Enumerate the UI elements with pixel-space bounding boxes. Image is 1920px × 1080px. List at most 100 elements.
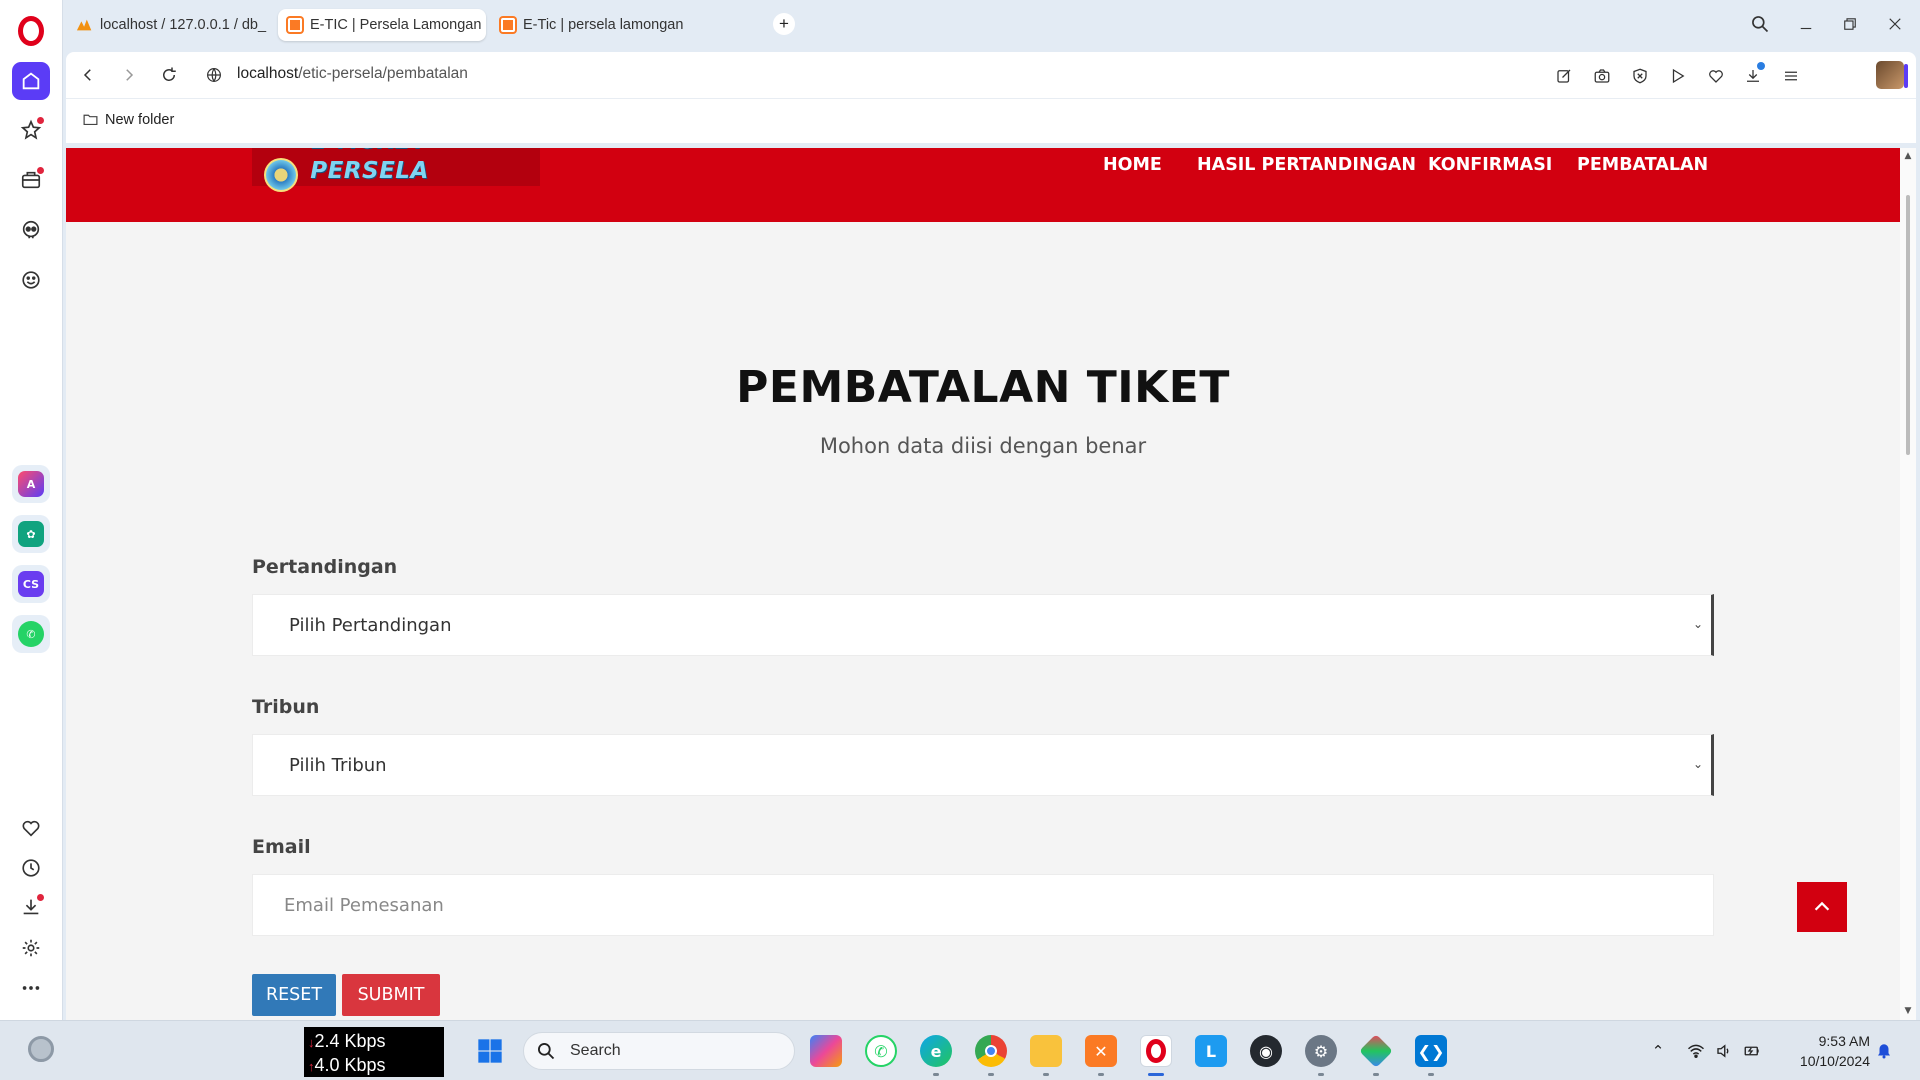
tab-etic-persela[interactable]: E-Tic | persela lamongan: [491, 9, 691, 41]
close-icon[interactable]: [1881, 10, 1909, 38]
cs-icon[interactable]: CS: [12, 565, 50, 603]
l-app-icon[interactable]: L: [1195, 1035, 1227, 1067]
xampp-icon[interactable]: ✕: [1085, 1035, 1117, 1067]
smiley-icon[interactable]: [12, 261, 50, 299]
back-to-top-button[interactable]: [1797, 882, 1847, 932]
more-icon[interactable]: [12, 969, 50, 1007]
avatar[interactable]: [1876, 61, 1904, 89]
star-icon[interactable]: [12, 111, 50, 149]
xampp-running-indicator: [1098, 1073, 1104, 1076]
easy-setup-icon[interactable]: [1779, 64, 1803, 88]
explorer-running-indicator: [1043, 1073, 1049, 1076]
tribune-label: Tribun: [252, 696, 320, 718]
page-viewport: E-TICKET PERSELA HOME HASIL PERTANDINGAN…: [66, 148, 1900, 1020]
match-select[interactable]: Pilih Pertandingan ⌄: [252, 594, 1714, 656]
url-host: localhost: [237, 65, 299, 82]
system-clock[interactable]: 9:53 AM 10/10/2024: [1786, 1031, 1870, 1071]
history-icon[interactable]: [12, 849, 50, 887]
wifi-icon[interactable]: [1686, 1041, 1706, 1061]
home-icon[interactable]: [12, 62, 50, 100]
minimize-icon[interactable]: [1792, 10, 1820, 38]
opera-icon[interactable]: [1140, 1035, 1172, 1067]
github-icon[interactable]: ◉: [1250, 1035, 1282, 1067]
taskbar-search[interactable]: Search: [523, 1032, 795, 1070]
opera-running-indicator: [1148, 1073, 1164, 1076]
edit-icon[interactable]: [1552, 64, 1576, 88]
whatsapp-icon[interactable]: ✆: [865, 1035, 897, 1067]
sidebar-toggle-indicator: [1904, 64, 1908, 88]
play-icon[interactable]: [1666, 64, 1690, 88]
bookmarks-bar: New folder: [66, 98, 1916, 143]
chatgpt-icon[interactable]: ✿: [12, 515, 50, 553]
nav-konfirmasi[interactable]: KONFIRMASI: [1428, 155, 1552, 175]
tab-bar: localhost / 127.0.0.1 / db_ E-TIC | Pers…: [63, 0, 1920, 50]
search-tabs-icon[interactable]: [1746, 10, 1774, 38]
email-label: Email: [252, 836, 311, 858]
settings-icon[interactable]: ⚙: [1305, 1035, 1337, 1067]
site-info-icon[interactable]: [201, 62, 227, 88]
opera-logo-icon[interactable]: [18, 16, 44, 46]
file-explorer-icon[interactable]: [1030, 1035, 1062, 1067]
edge-running-indicator: [933, 1073, 939, 1076]
url-field[interactable]: localhost/etic-persela/pembatalan: [237, 65, 468, 83]
scroll-up-arrow[interactable]: ▲: [1903, 151, 1913, 161]
settings-icon[interactable]: [12, 929, 50, 967]
windows-start-icon[interactable]: [474, 1035, 506, 1067]
back-icon[interactable]: [75, 62, 101, 88]
notification-bell-icon[interactable]: [1874, 1041, 1894, 1061]
download-icon[interactable]: [1741, 62, 1765, 88]
restore-icon[interactable]: [1836, 10, 1864, 38]
submit-button[interactable]: SUBMIT: [342, 974, 440, 1016]
camera-icon[interactable]: [1590, 64, 1614, 88]
shield-icon[interactable]: [1628, 64, 1652, 88]
search-icon: [538, 1043, 555, 1060]
chevron-up-icon[interactable]: ⌃: [1648, 1041, 1668, 1061]
aria-icon[interactable]: A: [12, 465, 50, 503]
wallet-icon[interactable]: [12, 161, 50, 199]
opera-sidebar: A ✿ CS ✆: [0, 0, 63, 1020]
match-select-value: Pilih Pertandingan: [289, 614, 452, 636]
skull-icon[interactable]: [12, 211, 50, 249]
tribune-select[interactable]: Pilih Tribun ⌄: [252, 734, 1714, 796]
net-up-speed: 4.0 Kbps: [314, 1055, 386, 1075]
site-logo[interactable]: E-TICKET PERSELA: [252, 148, 540, 192]
site-header: E-TICKET PERSELA HOME HASIL PERTANDINGAN…: [66, 148, 1900, 222]
page-title: PEMBATALAN TIKET: [736, 362, 1230, 413]
scroll-down-arrow[interactable]: ▼: [1903, 1006, 1913, 1016]
xampp-icon: [286, 16, 304, 34]
chevron-down-icon: ⌄: [1692, 757, 1703, 771]
edge-icon[interactable]: e: [920, 1035, 952, 1067]
chrome-icon[interactable]: [975, 1035, 1007, 1067]
email-field[interactable]: Email Pemesanan: [252, 874, 1714, 936]
forward-icon[interactable]: [116, 62, 142, 88]
tab-label: E-TIC | Persela Lamongan: [310, 17, 482, 33]
nav-hasil-pertandingan[interactable]: HASIL PERTANDINGAN: [1197, 155, 1416, 175]
nav-pembatalan[interactable]: PEMBATALAN: [1577, 155, 1708, 175]
battery-icon[interactable]: [1742, 1041, 1762, 1061]
settings-running-indicator: [1318, 1073, 1324, 1076]
match-label: Pertandingan: [252, 556, 398, 578]
copilot-icon[interactable]: [810, 1035, 842, 1067]
tab-phpmyadmin[interactable]: localhost / 127.0.0.1 / db_: [68, 9, 273, 41]
git-running-indicator: [1373, 1073, 1379, 1076]
vscode-running-indicator: [1428, 1073, 1434, 1076]
new-tab-button[interactable]: +: [773, 13, 795, 35]
vscode-icon[interactable]: ❮❯: [1415, 1035, 1447, 1067]
url-path: /etic-persela/pembatalan: [298, 65, 468, 82]
folder-icon: [83, 114, 98, 126]
xampp-icon: [499, 16, 517, 34]
heart-icon[interactable]: [1704, 64, 1728, 88]
reload-icon[interactable]: [156, 62, 182, 88]
weather-icon[interactable]: [28, 1036, 54, 1062]
bookmark-folder[interactable]: New folder: [82, 111, 174, 128]
volume-icon[interactable]: [1714, 1041, 1734, 1061]
tab-etic-persela-active[interactable]: E-TIC | Persela Lamongan: [278, 9, 486, 41]
download-icon[interactable]: [12, 888, 50, 926]
heart-icon[interactable]: [12, 809, 50, 847]
whatsapp-icon[interactable]: ✆: [12, 615, 50, 653]
git-icon[interactable]: [1359, 1034, 1393, 1068]
scrollbar-thumb[interactable]: [1906, 195, 1910, 455]
nav-home[interactable]: HOME: [1103, 155, 1162, 175]
taskbar: ↓2.4 Kbps ↑4.0 Kbps Search ✆ e ✕ L ◉ ⚙ ❮…: [0, 1020, 1920, 1080]
reset-button[interactable]: RESET: [252, 974, 336, 1016]
